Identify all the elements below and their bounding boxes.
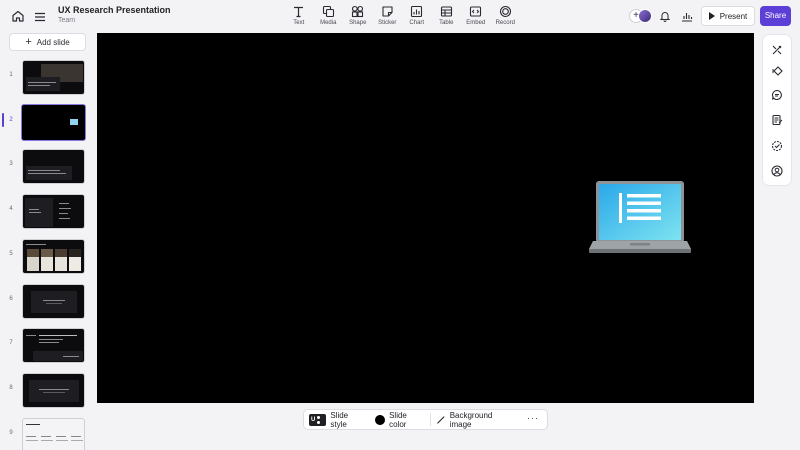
menu-icon[interactable] [34, 10, 46, 22]
avatar[interactable] [638, 9, 652, 23]
animation-icon[interactable] [771, 65, 783, 77]
notes-icon[interactable] [771, 114, 783, 126]
tool-text[interactable]: Text [284, 4, 314, 30]
slide-number: 4 [9, 206, 13, 212]
tool-sticker[interactable]: Sticker [373, 4, 403, 30]
document-title[interactable]: UX Research Presentation [58, 5, 171, 16]
comments-icon[interactable] [771, 89, 783, 101]
slide-thumbnail-5[interactable]: 5 [0, 235, 92, 275]
chart-icon [411, 5, 423, 18]
slide-color-button[interactable]: Slide color [370, 409, 430, 430]
add-slide-button[interactable]: + Add slide [9, 33, 86, 51]
slide-thumbnail-6[interactable]: 6 [0, 280, 92, 320]
slide-preview [22, 60, 85, 95]
slide-preview [22, 149, 85, 184]
tool-chart[interactable]: Chart [402, 4, 432, 30]
slide-number: 6 [9, 296, 13, 302]
tool-label: Sticker [378, 20, 397, 26]
slide-style-chip-letter: U [311, 416, 316, 423]
embed-icon [470, 6, 482, 17]
tool-shape[interactable]: Shape [343, 4, 373, 30]
laptop-icon[interactable] [589, 181, 691, 257]
slide-number: 1 [9, 72, 13, 78]
background-image-button[interactable]: Background image [431, 409, 519, 430]
slide-thumbnail-7[interactable]: 7 [0, 324, 92, 364]
more-options-button[interactable]: ··· [519, 413, 547, 427]
add-slide-label: Add slide [36, 37, 70, 47]
slide-style-icon: U [309, 413, 327, 426]
insert-toolbar: Text Media Shape Sticker Chart Table Emb… [284, 4, 520, 30]
bell-icon[interactable] [659, 9, 671, 22]
share-button[interactable]: Share [760, 6, 791, 26]
right-tool-rail [763, 35, 791, 185]
present-button[interactable]: Present [701, 6, 755, 26]
slide-preview [22, 284, 85, 319]
top-bar: UX Research Presentation Team Text Media… [0, 0, 800, 32]
table-icon [440, 6, 452, 17]
media-icon [322, 5, 334, 18]
collaborators[interactable]: + [629, 7, 653, 25]
plus-icon: + [25, 35, 32, 48]
slide-preview [22, 239, 85, 274]
record-icon [499, 5, 511, 18]
slide-preview [22, 373, 85, 408]
slide-preview [22, 418, 85, 450]
slide-thumbnail-9[interactable]: 9 [0, 414, 92, 450]
tool-label: Embed [466, 20, 486, 26]
design-tools-icon[interactable] [771, 44, 783, 56]
text-icon [294, 6, 304, 18]
shape-icon [352, 5, 364, 18]
home-icon[interactable] [11, 9, 25, 23]
tool-label: Record [495, 20, 515, 26]
document-title-block[interactable]: UX Research Presentation Team [58, 5, 171, 26]
slide-color-label: Slide color [389, 410, 407, 429]
slide-thumbnail-4[interactable]: 4 [0, 190, 92, 230]
slide-number: 3 [9, 161, 13, 167]
tool-media[interactable]: Media [314, 4, 344, 30]
slide-preview [22, 328, 85, 363]
tool-table[interactable]: Table [432, 4, 462, 30]
present-label: Present [719, 11, 748, 21]
slide-preview [21, 104, 86, 141]
slide-number: 8 [9, 385, 13, 391]
document-workspace: Team [58, 17, 76, 24]
user-icon[interactable] [771, 165, 783, 177]
tool-label: Text [293, 20, 305, 26]
tool-label: Table [439, 20, 454, 26]
play-icon [708, 12, 715, 20]
slide-number: 7 [9, 340, 13, 346]
slide-style-label: Slide style [330, 410, 349, 429]
slide-preview [22, 194, 85, 229]
slide-thumbnail-2[interactable]: 2 [0, 101, 92, 141]
brush-icon [437, 415, 445, 424]
slide-number: 5 [9, 251, 13, 257]
tool-label: Media [320, 20, 337, 26]
checklist-icon[interactable] [771, 140, 783, 152]
slide-number: 2 [9, 117, 13, 123]
color-swatch-icon [375, 414, 386, 425]
slide-thumbnail-1[interactable]: 1 [0, 56, 92, 96]
tool-embed[interactable]: Embed [461, 4, 491, 30]
tool-label: Chart [409, 20, 425, 26]
analytics-icon[interactable] [681, 9, 693, 22]
slide-options-bar: U Slide style Slide color Background ima… [303, 409, 548, 430]
slide-canvas[interactable] [97, 33, 754, 403]
tool-label: Shape [349, 20, 367, 26]
slide-thumbnail-3[interactable]: 3 [0, 145, 92, 185]
slide-thumbnail-8[interactable]: 8 [0, 369, 92, 409]
slide-style-button[interactable]: U Slide style [304, 409, 370, 430]
background-image-label: Background image [449, 410, 493, 429]
tool-record[interactable]: Record [491, 4, 521, 30]
sticker-icon [382, 6, 393, 17]
slide-number: 9 [9, 430, 13, 436]
